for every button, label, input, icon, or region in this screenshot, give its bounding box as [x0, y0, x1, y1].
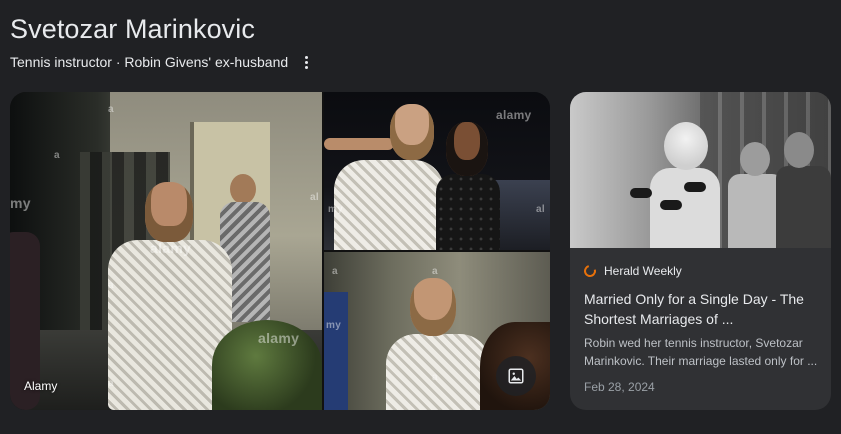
- watermark: my: [326, 320, 342, 331]
- more-options-icon[interactable]: [298, 53, 314, 71]
- watermark: a: [108, 104, 114, 115]
- watermark: a: [432, 372, 438, 383]
- article-snippet: Robin wed her tennis instructor, Svetoza…: [584, 336, 818, 368]
- watermark: a: [108, 280, 114, 291]
- watermark: alamy: [496, 108, 532, 122]
- entity-subtitle-row: Tennis instructor · Robin Givens' ex-hus…: [10, 53, 314, 71]
- image-search-button[interactable]: [496, 356, 536, 396]
- gallery-image-main[interactable]: a a al my alamy a alamy a Alamy: [10, 92, 322, 410]
- watermark: a: [430, 204, 436, 215]
- article-source: Herald Weekly: [581, 262, 682, 280]
- watermark: my: [10, 195, 31, 211]
- watermark: my: [328, 204, 344, 215]
- source-favicon-icon: [581, 262, 599, 280]
- gallery-image-bottom-right[interactable]: a a my a: [324, 252, 550, 410]
- watermark: a: [332, 266, 338, 277]
- watermark: al: [536, 204, 545, 215]
- article-thumbnail: [570, 92, 831, 248]
- image-gallery: a a al my alamy a alamy a Alamy alamy my…: [10, 92, 550, 410]
- gallery-image-top-right[interactable]: alamy my a al: [324, 92, 550, 250]
- article-card[interactable]: Herald Weekly Married Only for a Single …: [570, 92, 831, 410]
- watermark: a: [108, 378, 114, 389]
- image-icon: [508, 368, 524, 384]
- watermark: a: [432, 266, 438, 277]
- article-title[interactable]: Married Only for a Single Day - The Shor…: [584, 289, 820, 329]
- image-source-label: Alamy: [24, 379, 58, 393]
- article-source-name: Herald Weekly: [604, 264, 682, 278]
- watermark: alamy: [150, 240, 192, 256]
- article-date: Feb 28, 2024: [584, 380, 655, 394]
- watermark: alamy: [258, 330, 300, 346]
- watermark: a: [54, 150, 60, 161]
- entity-title: Svetozar Marinkovic: [10, 14, 255, 44]
- entity-subtitle: Tennis instructor · Robin Givens' ex-hus…: [10, 54, 289, 70]
- watermark: al: [310, 192, 319, 203]
